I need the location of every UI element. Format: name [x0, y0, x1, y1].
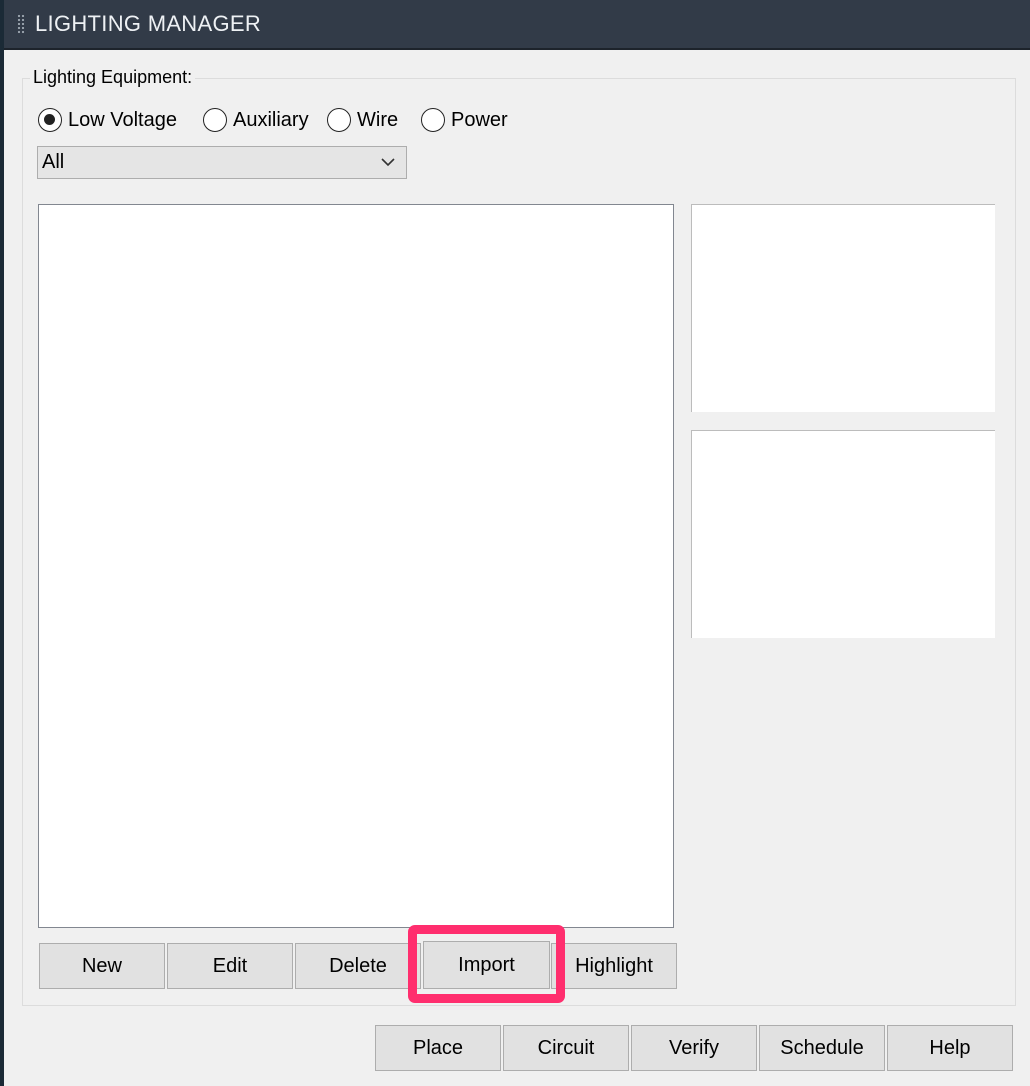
radio-unchecked-icon[interactable] — [327, 108, 351, 132]
preview-panel-bottom — [691, 430, 995, 638]
category-dropdown[interactable]: All — [37, 146, 407, 179]
import-button[interactable]: Import — [423, 941, 550, 989]
title-bar[interactable]: LIGHTING MANAGER — [4, 0, 1030, 50]
radio-unchecked-icon[interactable] — [421, 108, 445, 132]
edit-button[interactable]: Edit — [167, 943, 293, 989]
radio-label: Wire — [357, 108, 399, 131]
circuit-button[interactable]: Circuit — [503, 1025, 629, 1071]
lighting-manager-window: LIGHTING MANAGER Lighting Equipment: Low… — [4, 0, 1030, 1086]
radio-label: Auxiliary — [233, 108, 309, 131]
dropdown-value: All — [42, 151, 65, 173]
radio-auxiliary[interactable]: Auxiliary — [203, 106, 309, 134]
help-button[interactable]: Help — [887, 1025, 1013, 1071]
radio-label: Low Voltage — [68, 108, 177, 131]
window-title: LIGHTING MANAGER — [35, 11, 262, 36]
verify-button[interactable]: Verify — [631, 1025, 757, 1071]
group-label: Lighting Equipment: — [30, 67, 196, 88]
radio-wire[interactable]: Wire — [327, 106, 398, 134]
highlight-button[interactable]: Highlight — [551, 943, 677, 989]
radio-low-voltage[interactable]: Low Voltage — [38, 106, 177, 134]
radio-label: Power — [451, 108, 508, 131]
radio-unchecked-icon[interactable] — [203, 108, 227, 132]
equipment-list[interactable] — [38, 204, 674, 928]
drag-grip-icon[interactable] — [17, 14, 25, 34]
place-button[interactable]: Place — [375, 1025, 501, 1071]
delete-button[interactable]: Delete — [295, 943, 421, 989]
radio-power[interactable]: Power — [421, 106, 508, 134]
schedule-button[interactable]: Schedule — [759, 1025, 885, 1071]
chevron-down-icon[interactable] — [380, 154, 396, 170]
radio-checked-icon[interactable] — [38, 108, 62, 132]
preview-panel-top — [691, 204, 995, 412]
new-button[interactable]: New — [39, 943, 165, 989]
